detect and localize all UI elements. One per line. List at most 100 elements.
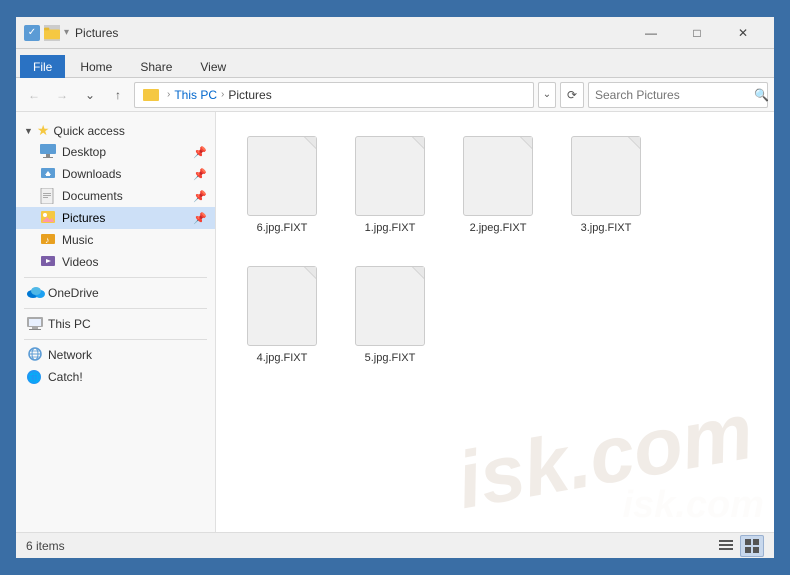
file-thumb-3 <box>571 136 641 216</box>
quick-access-header[interactable]: ▼ ★ Quick access <box>16 120 215 141</box>
sidebar: ▼ ★ Quick access Desktop 📌 <box>16 112 216 532</box>
sidebar-item-videos[interactable]: Videos <box>16 251 215 273</box>
network-icon <box>26 347 42 363</box>
quick-access-star: ★ <box>37 122 50 139</box>
downloads-pin-icon: 📌 <box>193 168 207 181</box>
title-bar-arrow: ▾ <box>64 27 69 38</box>
watermark-1: isk.com <box>450 385 759 527</box>
maximize-button[interactable]: □ <box>674 17 720 49</box>
breadcrumb-dropdown[interactable]: ⌄ <box>538 82 556 108</box>
search-input[interactable] <box>595 88 750 102</box>
sidebar-item-desktop[interactable]: Desktop 📌 <box>16 141 215 163</box>
sidebar-item-onedrive[interactable]: OneDrive <box>16 282 215 304</box>
window-title: Pictures <box>75 26 622 40</box>
breadcrumb-current: Pictures <box>228 88 271 102</box>
details-view-button[interactable] <box>714 535 738 557</box>
file-name-3: 3.jpg.FIXT <box>581 222 632 234</box>
sidebar-sep-2 <box>24 308 207 309</box>
file-name-4: 4.jpg.FIXT <box>257 352 308 364</box>
app-icon: ✓ <box>24 25 40 41</box>
search-bar: 🔍 <box>588 82 768 108</box>
search-icon[interactable]: 🔍 <box>754 88 769 102</box>
sidebar-item-documents[interactable]: Documents 📌 <box>16 185 215 207</box>
sidebar-item-network[interactable]: Network <box>16 344 215 366</box>
tab-share[interactable]: Share <box>127 55 185 78</box>
forward-button[interactable]: → <box>50 83 74 107</box>
file-name-2: 2.jpeg.FIXT <box>470 222 527 234</box>
file-item-2[interactable]: 2.jpeg.FIXT <box>448 128 548 242</box>
documents-pin-icon: 📌 <box>193 190 207 203</box>
thispc-icon <box>26 316 42 332</box>
breadcrumb-thispc[interactable]: This PC <box>174 88 217 102</box>
bc-arrow2: › <box>221 89 224 100</box>
documents-label: Documents <box>62 189 123 203</box>
up-button[interactable]: ↑ <box>106 83 130 107</box>
quick-access-section: ▼ ★ Quick access Desktop 📌 <box>16 120 215 273</box>
sidebar-item-pictures[interactable]: Pictures 📌 <box>16 207 215 229</box>
downloads-label: Downloads <box>62 167 121 181</box>
file-thumb-5 <box>355 266 425 346</box>
file-item-5[interactable]: 5.jpg.FIXT <box>340 258 440 372</box>
large-icons-view-button[interactable] <box>740 535 764 557</box>
file-name-0: 6.jpg.FIXT <box>257 222 308 234</box>
onedrive-label: OneDrive <box>48 286 99 300</box>
window-controls: — □ ✕ <box>628 17 766 49</box>
ribbon: File Home Share View <box>16 49 774 78</box>
address-bar: ← → ⌄ ↑ › This PC › Pictures ⌄ ⟳ 🔍 <box>16 78 774 112</box>
pictures-icon <box>40 210 56 226</box>
videos-icon <box>40 254 56 270</box>
watermark-2: isk.com <box>622 484 764 527</box>
folder-icon <box>44 25 60 41</box>
downloads-icon <box>40 166 56 182</box>
sidebar-sep-3 <box>24 339 207 340</box>
back-button[interactable]: ← <box>22 83 46 107</box>
tab-view[interactable]: View <box>187 55 239 78</box>
documents-icon <box>40 188 56 204</box>
desktop-label: Desktop <box>62 145 106 159</box>
sidebar-item-thispc[interactable]: This PC <box>16 313 215 335</box>
up-arrow-dropdown[interactable]: ⌄ <box>78 83 102 107</box>
status-bar: 6 items <box>16 532 774 558</box>
breadcrumb-bar: › This PC › Pictures <box>134 82 534 108</box>
network-label: Network <box>48 348 92 362</box>
file-thumb-2 <box>463 136 533 216</box>
catch-label: Catch! <box>48 370 83 384</box>
file-item-0[interactable]: 6.jpg.FIXT <box>232 128 332 242</box>
music-icon: ♪ <box>40 232 56 248</box>
file-thumb-1 <box>355 136 425 216</box>
refresh-button[interactable]: ⟳ <box>560 82 584 108</box>
close-button[interactable]: ✕ <box>720 17 766 49</box>
tab-home[interactable]: Home <box>67 55 125 78</box>
file-name-5: 5.jpg.FIXT <box>365 352 416 364</box>
pictures-pin-icon: 📌 <box>193 212 207 225</box>
ribbon-tabs: File Home Share View <box>16 49 774 77</box>
videos-label: Videos <box>62 255 98 269</box>
desktop-icon <box>40 144 56 160</box>
main-content: ▼ ★ Quick access Desktop 📌 <box>16 112 774 532</box>
file-name-1: 1.jpg.FIXT <box>365 222 416 234</box>
sidebar-sep-1 <box>24 277 207 278</box>
thispc-label: This PC <box>48 317 91 331</box>
file-area: isk.com isk.com 6.jpg.FIXT 1.jpg.FIXT <box>216 112 774 532</box>
music-label: Music <box>62 233 93 247</box>
desktop-pin-icon: 📌 <box>193 146 207 159</box>
item-count: 6 items <box>26 539 65 553</box>
explorer-window: ✓ ▾ Pictures — □ ✕ File Home Share View … <box>14 15 776 560</box>
minimize-button[interactable]: — <box>628 17 674 49</box>
svg-text:🌐: 🌐 <box>28 371 40 384</box>
tab-file[interactable]: File <box>20 55 65 78</box>
file-item-1[interactable]: 1.jpg.FIXT <box>340 128 440 242</box>
quick-access-chevron: ▼ <box>24 126 33 136</box>
sidebar-item-catch[interactable]: 🌐 Catch! <box>16 366 215 388</box>
file-item-4[interactable]: 4.jpg.FIXT <box>232 258 332 372</box>
catch-icon: 🌐 <box>26 369 42 385</box>
bc-arrow1: › <box>167 89 170 100</box>
file-item-3[interactable]: 3.jpg.FIXT <box>556 128 656 242</box>
sidebar-item-music[interactable]: ♪ Music <box>16 229 215 251</box>
onedrive-icon <box>26 285 42 301</box>
file-thumb-0 <box>247 136 317 216</box>
quick-access-label: Quick access <box>53 124 124 138</box>
sidebar-item-downloads[interactable]: Downloads 📌 <box>16 163 215 185</box>
breadcrumb-icons <box>143 89 159 101</box>
view-controls <box>714 535 764 557</box>
